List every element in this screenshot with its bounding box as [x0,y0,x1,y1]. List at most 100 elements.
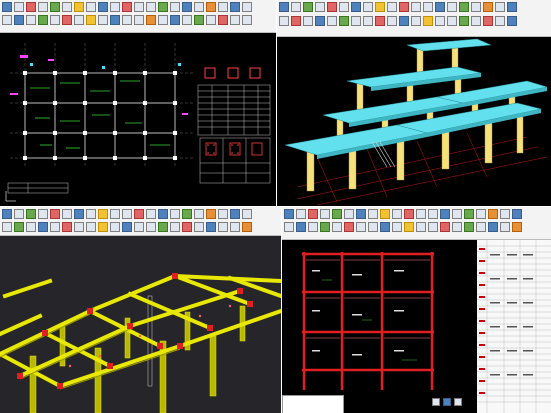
tool-icon[interactable] [452,209,462,219]
tool-icon[interactable] [218,2,228,12]
tool-icon[interactable] [122,2,132,12]
tool-icon[interactable] [432,398,440,406]
tool-icon[interactable] [230,15,240,25]
tool-icon[interactable] [146,15,156,25]
tool-icon[interactable] [387,2,397,12]
tool-icon[interactable] [110,2,120,12]
tool-icon[interactable] [134,15,144,25]
tool-icon[interactable] [98,2,108,12]
tool-icon[interactable] [170,209,180,219]
tool-icon[interactable] [158,2,168,12]
tool-icon[interactable] [218,15,228,25]
solid-viewport[interactable] [277,37,551,206]
tool-icon[interactable] [332,209,342,219]
tool-icon[interactable] [110,15,120,25]
tool-icon[interactable] [303,2,313,12]
tool-icon[interactable] [206,2,216,12]
tool-icon[interactable] [62,2,72,12]
tool-icon[interactable] [476,209,486,219]
tool-icon[interactable] [363,16,373,26]
tool-icon[interactable] [74,222,84,232]
tool-icon[interactable] [50,15,60,25]
tool-icon[interactable] [443,398,451,406]
tool-icon[interactable] [454,398,462,406]
tool-icon[interactable] [62,209,72,219]
tool-icon[interactable] [2,209,12,219]
tool-icon[interactable] [14,222,24,232]
tool-icon[interactable] [351,16,361,26]
tool-icon[interactable] [86,15,96,25]
tool-icon[interactable] [158,222,168,232]
tool-icon[interactable] [416,222,426,232]
tool-icon[interactable] [428,222,438,232]
tool-icon[interactable] [435,16,445,26]
tool-icon[interactable] [158,209,168,219]
tool-icon[interactable] [122,209,132,219]
tool-icon[interactable] [483,16,493,26]
tool-icon[interactable] [182,222,192,232]
tool-icon[interactable] [368,222,378,232]
tool-icon[interactable] [182,2,192,12]
tool-icon[interactable] [483,2,493,12]
tool-icon[interactable] [38,222,48,232]
tool-icon[interactable] [392,209,402,219]
tool-icon[interactable] [182,15,192,25]
tool-icon[interactable] [242,2,252,12]
tool-icon[interactable] [26,2,36,12]
tool-icon[interactable] [170,222,180,232]
tool-icon[interactable] [134,2,144,12]
tool-icon[interactable] [500,209,510,219]
tool-icon[interactable] [62,222,72,232]
tool-icon[interactable] [332,222,342,232]
tool-icon[interactable] [428,209,438,219]
tool-icon[interactable] [86,209,96,219]
tool-icon[interactable] [507,16,517,26]
tool-icon[interactable] [242,222,252,232]
tool-icon[interactable] [146,209,156,219]
tool-icon[interactable] [315,16,325,26]
tool-icon[interactable] [476,222,486,232]
tool-icon[interactable] [296,209,306,219]
tool-icon[interactable] [110,222,120,232]
tool-icon[interactable] [344,209,354,219]
tool-icon[interactable] [86,222,96,232]
tool-icon[interactable] [230,2,240,12]
tool-icon[interactable] [380,209,390,219]
tool-icon[interactable] [14,2,24,12]
tool-icon[interactable] [471,2,481,12]
tool-icon[interactable] [507,2,517,12]
tool-icon[interactable] [146,222,156,232]
tool-icon[interactable] [435,2,445,12]
tool-icon[interactable] [98,15,108,25]
tool-icon[interactable] [206,222,216,232]
tool-icon[interactable] [488,209,498,219]
frame-viewport[interactable] [0,236,281,413]
tool-icon[interactable] [440,209,450,219]
tool-icon[interactable] [74,209,84,219]
tool-icon[interactable] [411,16,421,26]
tool-icon[interactable] [387,16,397,26]
tool-icon[interactable] [218,209,228,219]
tool-icon[interactable] [206,209,216,219]
tool-icon[interactable] [194,222,204,232]
tool-icon[interactable] [110,209,120,219]
tool-icon[interactable] [74,2,84,12]
tool-icon[interactable] [50,2,60,12]
tool-icon[interactable] [512,209,522,219]
tool-icon[interactable] [122,222,132,232]
tool-icon[interactable] [392,222,402,232]
tool-icon[interactable] [404,222,414,232]
tool-icon[interactable] [279,16,289,26]
tool-icon[interactable] [134,209,144,219]
tool-icon[interactable] [447,16,457,26]
tool-icon[interactable] [375,16,385,26]
elevation-viewport[interactable] [282,240,551,413]
tool-icon[interactable] [98,222,108,232]
tool-icon[interactable] [404,209,414,219]
tool-icon[interactable] [464,209,474,219]
tool-icon[interactable] [2,15,12,25]
tool-icon[interactable] [194,15,204,25]
tool-icon[interactable] [368,209,378,219]
tool-icon[interactable] [512,222,522,232]
tool-icon[interactable] [134,222,144,232]
